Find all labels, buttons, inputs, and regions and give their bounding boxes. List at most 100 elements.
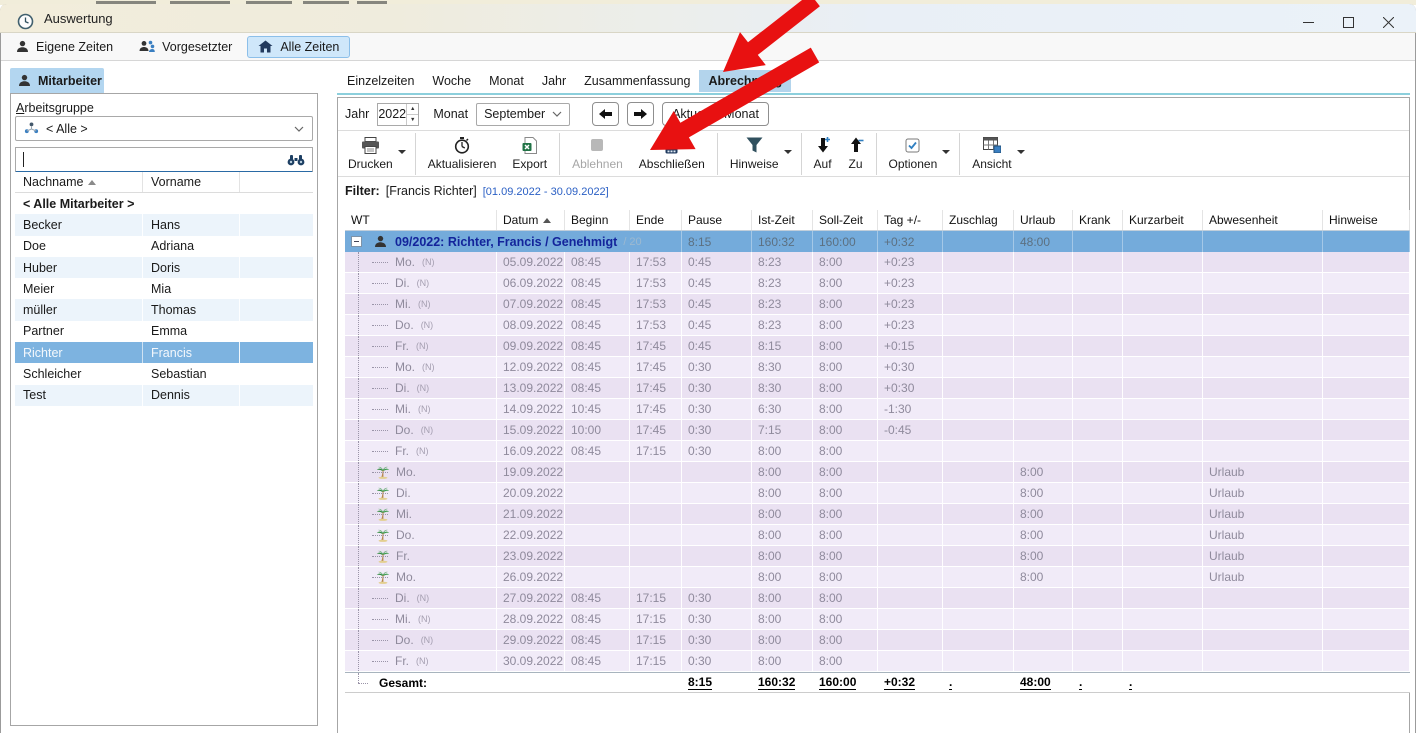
toolbar-button-auf[interactable]: Auf — [806, 132, 840, 176]
viewtab-alle-zeiten[interactable]: Alle Zeiten — [247, 36, 350, 58]
table-row[interactable]: Mi.(N)07.09.202208:4517:530:458:238:00+0… — [345, 294, 1410, 315]
toolbar-button-aktualisieren[interactable]: Aktualisieren — [420, 132, 505, 176]
table-row[interactable]: Mi.21.09.20228:008:008:00Urlaub — [345, 504, 1410, 525]
table-row[interactable]: Do.(N)29.09.202208:4517:150:308:008:00 — [345, 630, 1410, 651]
cell-tag — [878, 546, 943, 567]
cell-tag — [878, 588, 943, 609]
table-row[interactable]: Di.(N)27.09.202208:4517:150:308:008:00 — [345, 588, 1410, 609]
list-item-employee[interactable]: SchleicherSebastian — [15, 363, 313, 384]
column-header-krank[interactable]: Krank — [1073, 210, 1123, 230]
toolbar-button-abschliessen[interactable]: Abschließen — [631, 132, 713, 176]
column-header-datum[interactable]: Datum — [497, 210, 565, 230]
tab-zusammenfassung[interactable]: Zusammenfassung — [575, 70, 699, 92]
toolbar-button-optionen[interactable]: Optionen — [881, 132, 946, 176]
toolbar-button-drucken[interactable]: Drucken — [340, 132, 401, 176]
spin-up-icon[interactable]: ▲ — [407, 104, 418, 114]
column-header-urlaub[interactable]: Urlaub — [1014, 210, 1073, 230]
employee-search-input[interactable] — [15, 147, 313, 173]
tab-jahr[interactable]: Jahr — [533, 70, 575, 92]
table-row[interactable]: Mo.(N)05.09.202208:4517:530:458:238:00+0… — [345, 252, 1410, 273]
year-spinner[interactable]: 2022 ▲▼ — [377, 103, 419, 126]
table-row[interactable]: Mi.(N)14.09.202210:4517:450:306:308:00-1… — [345, 399, 1410, 420]
toolbar-button-zu[interactable]: Zu — [840, 132, 872, 176]
column-header-pause[interactable]: Pause — [682, 210, 752, 230]
cell-soll: 8:00 — [813, 420, 878, 441]
dropdown-arrow-icon[interactable] — [784, 150, 792, 154]
cell-date: 05.09.2022 — [497, 252, 565, 273]
cell-ende: 17:53 — [630, 252, 682, 273]
weekday-label: Do. — [395, 633, 414, 647]
list-item-employee[interactable]: BeckerHans — [15, 214, 313, 235]
table-row[interactable]: Di.20.09.20228:008:008:00Urlaub — [345, 483, 1410, 504]
table-row[interactable]: Di.(N)06.09.202208:4517:530:458:238:00+0… — [345, 273, 1410, 294]
viewtab-eigene-zeiten[interactable]: Eigene Zeiten — [5, 36, 124, 58]
column-header-ende[interactable]: Ende — [630, 210, 682, 230]
weekday-label: Mi. — [396, 507, 412, 521]
next-month-button[interactable] — [627, 102, 654, 126]
column-header-istzeit[interactable]: Ist-Zeit — [752, 210, 813, 230]
minimize-button[interactable] — [1288, 9, 1328, 35]
list-item-all-mitarbeiter[interactable]: < Alle Mitarbeiter > — [15, 193, 313, 214]
arbeitsgruppe-select[interactable]: < Alle > — [15, 116, 313, 141]
column-header-abwesenheit[interactable]: Abwesenheit — [1203, 210, 1323, 230]
table-row[interactable]: Do.22.09.20228:008:008:00Urlaub — [345, 525, 1410, 546]
tab-mitarbeiter[interactable]: Mitarbeiter — [10, 68, 104, 93]
table-row[interactable]: Mo.19.09.20228:008:008:00Urlaub — [345, 462, 1410, 483]
column-header-vorname[interactable]: Vorname — [143, 172, 240, 192]
tab-abrechnung[interactable]: Abrechnung — [699, 70, 791, 92]
funnel-icon — [746, 134, 763, 156]
cell-krank — [1073, 273, 1123, 294]
table-row[interactable]: Do.(N)08.09.202208:4517:530:458:238:00+0… — [345, 315, 1410, 336]
group-header-row[interactable]: 09/2022: Richter, Francis / Genehmigt/ 2… — [345, 231, 1410, 252]
list-item-employee[interactable]: HuberDoris — [15, 257, 313, 278]
table-row[interactable]: Fr.(N)16.09.202208:4517:150:308:008:00 — [345, 441, 1410, 462]
dropdown-arrow-icon[interactable] — [398, 150, 406, 154]
toolbar-button-export[interactable]: Export — [504, 132, 555, 176]
maximize-button[interactable] — [1328, 9, 1368, 35]
tab-einzelzeiten[interactable]: Einzelzeiten — [338, 70, 423, 92]
table-row[interactable]: Do.(N)15.09.202210:0017:450:307:158:00-0… — [345, 420, 1410, 441]
table-row[interactable]: Mo.26.09.20228:008:008:00Urlaub — [345, 567, 1410, 588]
table-row[interactable]: Di.(N)13.09.202208:4517:450:308:308:00+0… — [345, 378, 1410, 399]
list-item-employee[interactable]: müllerThomas — [15, 299, 313, 320]
list-item-employee[interactable]: RichterFrancis — [15, 342, 313, 363]
toolbar-button-label: Ablehnen — [572, 157, 623, 171]
viewtab-vorgesetzter[interactable]: Vorgesetzter — [128, 36, 243, 58]
column-header-hinweise[interactable]: Hinweise — [1323, 210, 1410, 230]
cell-pause — [682, 525, 752, 546]
list-item-employee[interactable]: TestDennis — [15, 385, 313, 406]
column-header-zuschlag[interactable]: Zuschlag — [943, 210, 1014, 230]
cell-urlaub — [1014, 252, 1073, 273]
column-header-sollzeit[interactable]: Soll-Zeit — [813, 210, 878, 230]
table-row[interactable]: Mi.(N)28.09.202208:4517:150:308:008:00 — [345, 609, 1410, 630]
close-button[interactable] — [1368, 9, 1408, 35]
binoculars-search-icon[interactable] — [287, 154, 305, 166]
table-row[interactable]: Fr.(N)30.09.202208:4517:150:308:008:00 — [345, 651, 1410, 672]
table-row[interactable]: Fr.23.09.20228:008:008:00Urlaub — [345, 546, 1410, 567]
dropdown-arrow-icon[interactable] — [942, 150, 950, 154]
column-header-tag[interactable]: Tag +/- — [878, 210, 943, 230]
employee-list: < Alle Mitarbeiter >BeckerHansDoeAdriana… — [15, 193, 313, 406]
column-header-nachname[interactable]: Nachname — [15, 172, 143, 192]
sort-ascending-icon — [543, 218, 551, 223]
cell-tag — [878, 567, 943, 588]
tab-woche[interactable]: Woche — [423, 70, 480, 92]
dropdown-arrow-icon[interactable] — [1017, 150, 1025, 154]
list-item-employee[interactable]: MeierMia — [15, 278, 313, 299]
column-header-beginn[interactable]: Beginn — [565, 210, 630, 230]
list-item-employee[interactable]: PartnerEmma — [15, 321, 313, 342]
table-row[interactable]: Mo.(N)12.09.202208:4517:450:308:308:00+0… — [345, 357, 1410, 378]
tab-monat[interactable]: Monat — [480, 70, 533, 92]
weekday-cell: Di.(N) — [345, 378, 497, 399]
spin-down-icon[interactable]: ▼ — [407, 114, 418, 125]
previous-month-button[interactable] — [592, 102, 619, 126]
collapse-box-icon[interactable] — [351, 236, 362, 247]
toolbar-button-hinweise[interactable]: Hinweise — [722, 132, 787, 176]
column-header-wt[interactable]: WT — [345, 210, 497, 230]
column-header-kurzarbeit[interactable]: Kurzarbeit — [1123, 210, 1203, 230]
toolbar-button-ansicht[interactable]: Ansicht — [964, 132, 1019, 176]
list-item-employee[interactable]: DoeAdriana — [15, 236, 313, 257]
month-select[interactable]: September — [476, 103, 570, 126]
table-row[interactable]: Fr.(N)09.09.202208:4517:450:458:158:00+0… — [345, 336, 1410, 357]
current-month-button[interactable]: Aktueller Monat — [662, 102, 769, 126]
